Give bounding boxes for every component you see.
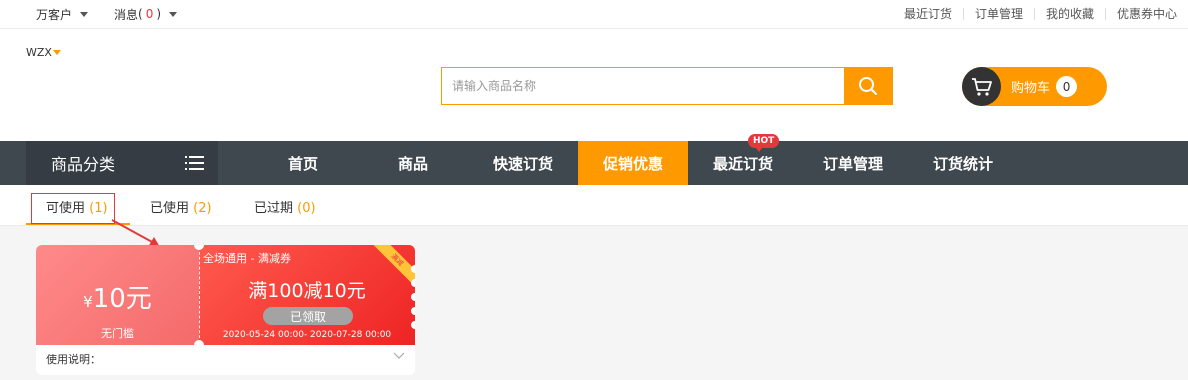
messages-paren-open: ( <box>138 7 143 21</box>
top-bar-left: 万客户 消息 ( 0 ) <box>36 0 203 28</box>
search-bar <box>441 67 893 105</box>
top-bar-links: 最近订货 订单管理 我的收藏 优惠券中心 <box>893 0 1188 28</box>
coupon-left: ¥10元 无门槛 <box>36 245 199 345</box>
messages-paren-close: ) <box>156 7 162 21</box>
search-button[interactable] <box>844 68 892 104</box>
nav-item-home[interactable]: 首页 <box>248 141 358 185</box>
coupon-scope: 全场通用 - 满减券 <box>203 252 291 265</box>
coupon-rule: 满100减10元 <box>248 280 366 302</box>
tab-count: (2) <box>193 201 212 216</box>
tab-label: 已过期 <box>254 201 294 216</box>
highlight-box <box>31 193 115 224</box>
top-bar: 万客户 消息 ( 0 ) 最近订货 订单管理 我的收藏 优惠券中心 <box>0 0 1188 29</box>
coupon-validity: 2020-05-24 00:00- 2020-07-28 00:00 <box>222 330 392 340</box>
cart-icon <box>971 77 992 96</box>
claimed-button[interactable]: 已领取 <box>263 307 353 325</box>
coupon-body: ¥10元 无门槛 满减 全场通用 - 满减券 满100减10元 已领取 2020… <box>36 245 415 350</box>
messages-label: 消息 <box>114 7 139 22</box>
nav-item-order-management[interactable]: 订单管理 <box>798 141 908 185</box>
tab-label: 已使用 <box>150 201 190 216</box>
scallop <box>411 265 415 273</box>
link-order-management[interactable]: 订单管理 <box>962 8 1034 20</box>
cart-icon-wrapper <box>962 67 1001 106</box>
category-label: 商品分类 <box>51 155 116 174</box>
hot-badge: HOT <box>748 134 780 152</box>
scallop <box>411 321 415 329</box>
scallop <box>411 307 415 315</box>
messages-dropdown[interactable]: 消息 ( 0 ) <box>114 6 178 23</box>
amount-value: 10元 <box>92 284 152 314</box>
cart-button[interactable]: 购物车 0 <box>962 67 1107 106</box>
username: WZX <box>26 46 52 59</box>
tab-expired[interactable]: 已过期 (0) <box>254 197 316 216</box>
tab-used[interactable]: 已使用 (2) <box>150 197 212 216</box>
account-label: 万客户 <box>36 7 73 22</box>
nav-item-recent-orders[interactable]: 最近订货 HOT <box>688 134 798 185</box>
coupon-notch <box>194 340 204 350</box>
coupon-threshold: 无门槛 <box>101 327 134 340</box>
tab-count: (0) <box>297 201 316 216</box>
chevron-down-icon <box>169 11 178 17</box>
nav-item-products[interactable]: 商品 <box>358 141 468 185</box>
usage-instructions-label: 使用说明： <box>46 353 101 366</box>
chevron-down-icon[interactable] <box>393 352 405 360</box>
nav-item-quick-order[interactable]: 快速订货 <box>468 141 578 185</box>
nav-item-recent-orders-label: 最近订货 <box>712 154 773 173</box>
cart-label: 购物车 <box>1011 81 1051 96</box>
nav-item-order-stats[interactable]: 订货统计 <box>908 141 1018 185</box>
cart-count-badge: 0 <box>1056 76 1078 97</box>
coupon-amount: ¥10元 <box>36 278 199 315</box>
nav-item-promotions[interactable]: 促销优惠 <box>578 141 688 185</box>
search-icon <box>859 77 877 95</box>
list-menu-icon <box>185 156 204 170</box>
chevron-down-icon <box>52 50 61 55</box>
currency-symbol: ¥ <box>83 293 93 311</box>
category-menu[interactable]: 商品分类 <box>26 141 218 185</box>
messages-count: 0 <box>145 7 154 21</box>
coupon-card: ¥10元 无门槛 满减 全场通用 - 满减券 满100减10元 已领取 2020… <box>36 245 415 375</box>
link-recent-orders[interactable]: 最近订货 <box>893 8 963 20</box>
account-dropdown[interactable]: 万客户 <box>36 6 89 23</box>
coupon-tabs: 可使用 (1) 已使用 (2) 已过期 (0) <box>0 185 1188 226</box>
link-coupon-center[interactable]: 优惠券中心 <box>1104 8 1188 20</box>
nav-items: 首页 商品 快速订货 促销优惠 最近订货 HOT 订单管理 订货统计 <box>248 134 1018 185</box>
main-nav: 商品分类 首页 商品 快速订货 促销优惠 最近订货 HOT 订单管理 订货统计 <box>0 134 1188 185</box>
search-input[interactable] <box>442 68 844 104</box>
link-favorites[interactable]: 我的收藏 <box>1033 8 1105 20</box>
user-menu[interactable]: WZX <box>26 46 61 59</box>
chevron-down-icon <box>80 11 89 17</box>
